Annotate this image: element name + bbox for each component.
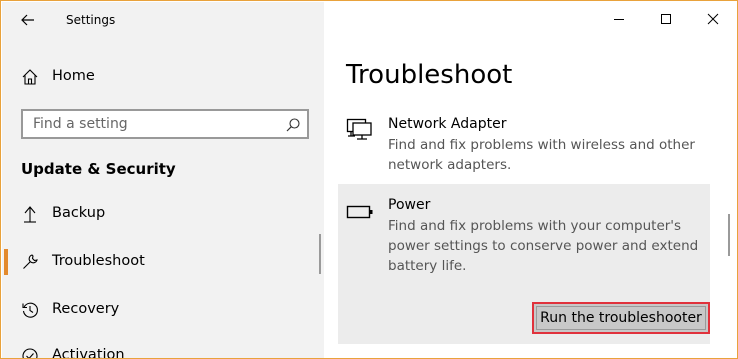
selected-indicator [4, 249, 8, 275]
sidebar-item-label: Activation [52, 347, 125, 359]
sidebar-item-troubleshoot[interactable]: Troubleshoot [2, 242, 324, 282]
recovery-history-icon [20, 300, 40, 320]
main-content: Troubleshoot Network Adapter Find and fi… [324, 2, 737, 358]
run-troubleshooter-button[interactable]: Run the troubleshooter [532, 302, 710, 334]
sidebar-item-activation[interactable]: Activation [2, 336, 324, 359]
close-button[interactable] [690, 2, 736, 36]
close-icon [707, 13, 719, 25]
minimize-icon [614, 19, 624, 20]
item-title: Network Adapter [388, 116, 507, 132]
troubleshooter-item-network-adapter[interactable]: Network Adapter Find and fix problems wi… [338, 114, 710, 176]
back-arrow-icon [21, 14, 34, 26]
backup-arrow-icon [20, 204, 40, 224]
run-troubleshooter-label: Run the troubleshooter [536, 306, 706, 330]
item-description: Find and fix problems with wireless and … [388, 137, 695, 173]
activation-icon [20, 346, 40, 358]
item-title: Power [388, 197, 431, 213]
sidebar-item-recovery[interactable]: Recovery [2, 290, 324, 330]
maximize-button[interactable] [643, 2, 689, 36]
sidebar-item-backup[interactable]: Backup [2, 194, 324, 234]
sidebar: Settings Home Find a setting Update & Se… [2, 2, 324, 359]
sidebar-item-label: Recovery [52, 301, 120, 317]
sidebar-item-home[interactable]: Home [2, 62, 324, 92]
settings-window: Settings Home Find a setting Update & Se… [0, 0, 738, 359]
minimize-button[interactable] [596, 2, 642, 36]
section-title: Update & Security [21, 160, 176, 178]
maximize-icon [661, 14, 671, 24]
search-icon [286, 118, 300, 132]
battery-icon [346, 205, 373, 219]
sidebar-scrollbar[interactable] [319, 234, 321, 274]
search-placeholder: Find a setting [33, 116, 128, 132]
wrench-icon [20, 252, 40, 272]
home-icon [20, 67, 40, 87]
sidebar-item-label: Backup [52, 205, 106, 221]
troubleshooter-item-power[interactable]: Power Find and fix problems with your co… [338, 184, 710, 344]
content-scrollbar[interactable] [728, 214, 730, 256]
network-adapter-icon [346, 118, 372, 140]
page-title: Troubleshoot [346, 60, 513, 90]
sidebar-item-label: Home [52, 68, 95, 84]
search-input[interactable]: Find a setting [21, 109, 309, 139]
back-button[interactable] [16, 8, 40, 32]
app-title: Settings [66, 13, 116, 27]
item-description: Find and fix problems with your computer… [388, 218, 699, 274]
sidebar-item-label: Troubleshoot [52, 253, 145, 269]
